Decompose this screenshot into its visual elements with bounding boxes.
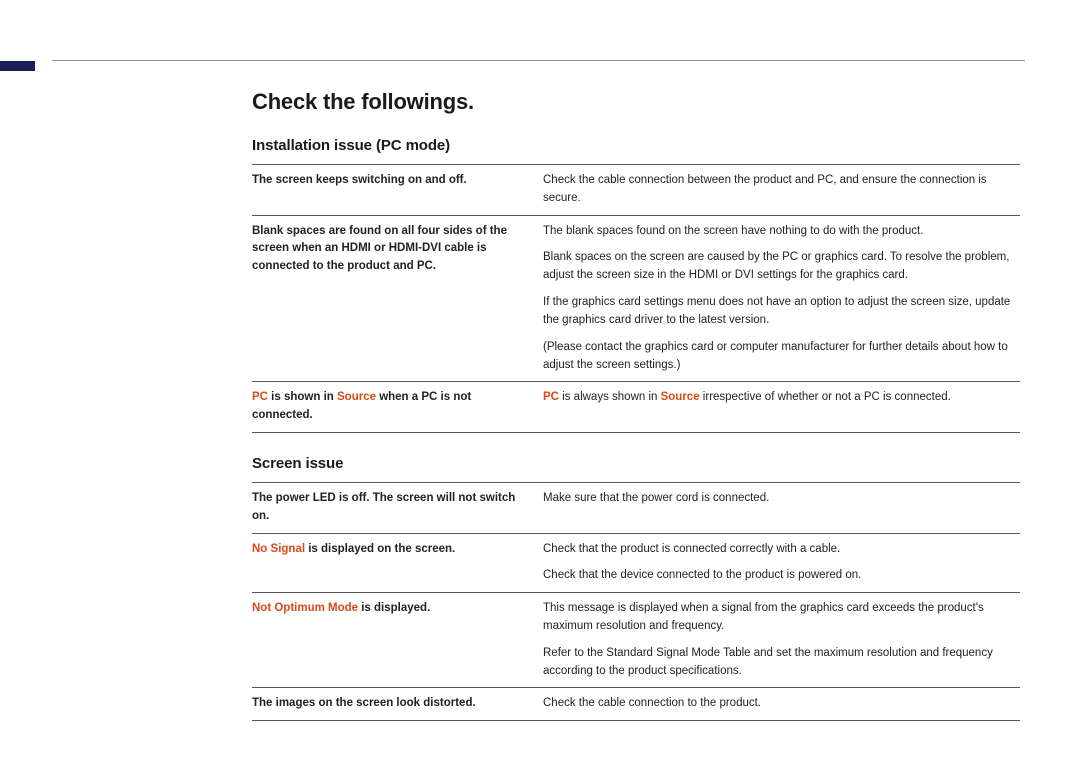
solution-cell: Check that the product is connected corr… (543, 533, 1020, 593)
solution-paragraph: Refer to the Standard Signal Mode Table … (543, 645, 1012, 681)
solution-paragraph: This message is displayed when a signal … (543, 600, 1012, 636)
solution-paragraph: Blank spaces on the screen are caused by… (543, 249, 1012, 285)
solution-paragraph: Check that the device connected to the p… (543, 567, 1012, 585)
solution-cell: Check the cable connection between the p… (543, 165, 1020, 216)
page-title: Check the followings. (252, 89, 1020, 115)
solution-paragraph: (Please contact the graphics card or com… (543, 339, 1012, 375)
table-row: The power LED is off. The screen will no… (252, 482, 1020, 533)
symptom-cell: Not Optimum Mode is displayed. (252, 593, 543, 688)
symptom-cell: The screen keeps switching on and off. (252, 165, 543, 216)
highlight-term: Source (661, 391, 700, 403)
solution-cell: The blank spaces found on the screen hav… (543, 215, 1020, 382)
solution-cell: PC is always shown in Source irrespectiv… (543, 382, 1020, 433)
highlight-term: Source (337, 391, 376, 403)
symptom-cell: The images on the screen look distorted. (252, 688, 543, 721)
table-row: The screen keeps switching on and off. C… (252, 165, 1020, 216)
symptom-cell: PC is shown in Source when a PC is not c… (252, 382, 543, 433)
solution-cell: This message is displayed when a signal … (543, 593, 1020, 688)
section-heading-screen: Screen issue (252, 455, 1020, 472)
symptom-cell: No Signal is displayed on the screen. (252, 533, 543, 593)
symptom-text: is shown in (268, 391, 337, 403)
solution-text: irrespective of whether or not a PC is c… (700, 391, 951, 403)
symptom-cell: Blank spaces are found on all four sides… (252, 215, 543, 382)
table-row: Not Optimum Mode is displayed. This mess… (252, 593, 1020, 688)
table-row: The images on the screen look distorted.… (252, 688, 1020, 721)
solution-paragraph: Check that the product is connected corr… (543, 541, 1012, 559)
highlight-term: Not Optimum Mode (252, 602, 358, 614)
document-page: Check the followings. Installation issue… (0, 0, 1080, 763)
solution-paragraph: The blank spaces found on the screen hav… (543, 223, 1012, 241)
solution-cell: Make sure that the power cord is connect… (543, 482, 1020, 533)
installation-issue-table: The screen keeps switching on and off. C… (252, 164, 1020, 433)
highlight-term: PC (252, 391, 268, 403)
symptom-text: is displayed on the screen. (305, 543, 455, 555)
table-row: No Signal is displayed on the screen. Ch… (252, 533, 1020, 593)
chapter-side-bar (0, 61, 35, 71)
main-content: Check the followings. Installation issue… (252, 89, 1020, 721)
symptom-text: is displayed. (358, 602, 430, 614)
top-horizontal-rule (52, 60, 1025, 61)
screen-issue-table: The power LED is off. The screen will no… (252, 482, 1020, 721)
table-row: PC is shown in Source when a PC is not c… (252, 382, 1020, 433)
symptom-cell: The power LED is off. The screen will no… (252, 482, 543, 533)
solution-paragraph: If the graphics card settings menu does … (543, 294, 1012, 330)
solution-text: is always shown in (559, 391, 661, 403)
highlight-term: PC (543, 391, 559, 403)
section-heading-installation: Installation issue (PC mode) (252, 137, 1020, 154)
table-row: Blank spaces are found on all four sides… (252, 215, 1020, 382)
highlight-term: No Signal (252, 543, 305, 555)
solution-cell: Check the cable connection to the produc… (543, 688, 1020, 721)
